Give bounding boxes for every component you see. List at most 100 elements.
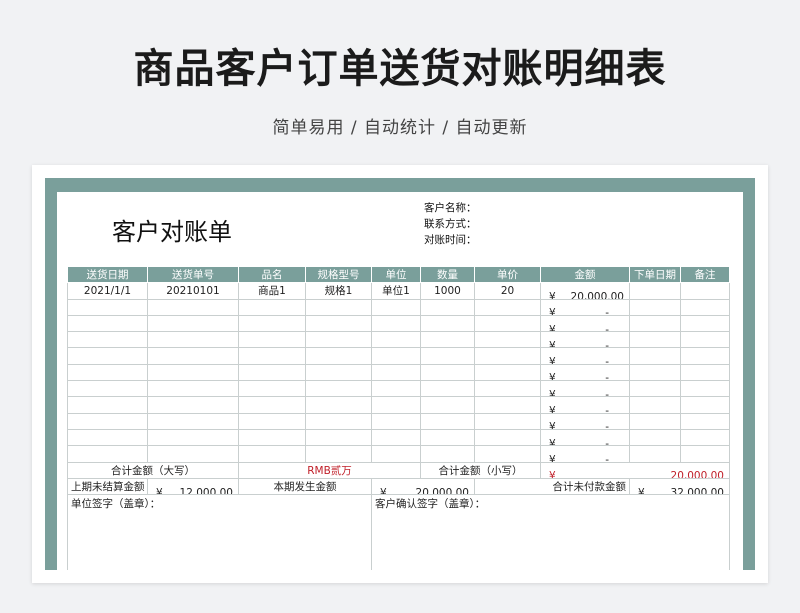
cell-empty[interactable] [474, 363, 541, 382]
cell-empty[interactable] [680, 363, 730, 382]
cell-empty[interactable] [474, 445, 541, 463]
cell-empty[interactable] [629, 363, 681, 382]
cell-empty[interactable] [67, 363, 148, 382]
cell-empty[interactable] [629, 396, 681, 414]
cell-empty[interactable] [238, 314, 306, 333]
cell-empty[interactable] [680, 331, 730, 349]
cell-amount[interactable]: ¥ - [540, 363, 630, 382]
cell-unit[interactable]: 单位1 [371, 282, 421, 300]
cell-empty[interactable] [238, 396, 306, 414]
cell-empty[interactable] [67, 347, 148, 365]
cell-empty[interactable] [305, 412, 372, 430]
cell-empty[interactable] [147, 347, 239, 365]
cell-empty[interactable] [680, 380, 730, 398]
cell-empty[interactable] [305, 445, 372, 463]
cell-empty[interactable] [67, 298, 148, 316]
cell-amount[interactable]: ¥ - [540, 396, 630, 414]
cell-empty[interactable] [238, 412, 306, 430]
cell-empty[interactable] [67, 396, 148, 414]
cell-empty[interactable] [420, 347, 475, 365]
cell-amount[interactable]: ¥ - [540, 347, 630, 365]
cell-empty[interactable] [371, 380, 421, 398]
cell-empty[interactable] [67, 380, 148, 398]
cell-empty[interactable] [420, 363, 475, 382]
cell-empty[interactable] [680, 347, 730, 365]
cell-empty[interactable] [147, 428, 239, 447]
cell-empty[interactable] [147, 396, 239, 414]
cell-empty[interactable] [474, 331, 541, 349]
cell-empty[interactable] [680, 314, 730, 333]
cell-empty[interactable] [147, 380, 239, 398]
cell-empty[interactable] [67, 412, 148, 430]
cell-empty[interactable] [238, 363, 306, 382]
cell-empty[interactable] [371, 412, 421, 430]
prev-unsettled-cell[interactable]: ¥ 12,000.00 [147, 477, 239, 496]
cell-amount[interactable]: ¥ - [540, 314, 630, 333]
cell-empty[interactable] [420, 331, 475, 349]
cell-delivery-no[interactable]: 20210101 [147, 282, 239, 300]
cell-empty[interactable] [238, 298, 306, 316]
cell-empty[interactable] [67, 314, 148, 333]
cell-empty[interactable] [67, 428, 148, 447]
cell-empty[interactable] [474, 412, 541, 430]
cell-empty[interactable] [371, 445, 421, 463]
cell-empty[interactable] [147, 363, 239, 382]
cell-empty[interactable] [420, 412, 475, 430]
cell-empty[interactable] [147, 331, 239, 349]
cell-amount[interactable]: ¥ - [540, 298, 630, 316]
cell-empty[interactable] [238, 445, 306, 463]
cell-empty[interactable] [629, 347, 681, 365]
cell-empty[interactable] [474, 396, 541, 414]
cell-empty[interactable] [238, 331, 306, 349]
cell-empty[interactable] [420, 380, 475, 398]
total-lower-cell[interactable]: ¥ 20,000.00 [540, 461, 730, 479]
cell-empty[interactable] [305, 380, 372, 398]
cell-empty[interactable] [147, 445, 239, 463]
cell-empty[interactable] [680, 396, 730, 414]
cell-empty[interactable] [680, 412, 730, 430]
cell-empty[interactable] [420, 428, 475, 447]
cell-amount[interactable]: ¥ - [540, 331, 630, 349]
cell-empty[interactable] [305, 331, 372, 349]
cell-empty[interactable] [680, 428, 730, 447]
cell-empty[interactable] [305, 396, 372, 414]
cell-amount[interactable]: ¥ 20,000.00 [540, 282, 630, 300]
total-upper-value[interactable]: RMB贰万 [238, 461, 421, 479]
cell-empty[interactable] [420, 396, 475, 414]
cell-empty[interactable] [629, 445, 681, 463]
cell-empty[interactable] [305, 314, 372, 333]
cell-amount[interactable]: ¥ - [540, 380, 630, 398]
cell-empty[interactable] [147, 298, 239, 316]
cell-empty[interactable] [420, 298, 475, 316]
company-signature-cell[interactable]: 单位签字（盖章）： [67, 494, 372, 570]
cell-empty[interactable] [305, 298, 372, 316]
cell-empty[interactable] [629, 314, 681, 333]
cell-empty[interactable] [420, 445, 475, 463]
cell-empty[interactable] [420, 314, 475, 333]
cell-empty[interactable] [371, 314, 421, 333]
cell-empty[interactable] [147, 412, 239, 430]
cell-product-name[interactable]: 商品1 [238, 282, 306, 300]
cell-delivery-date[interactable]: 2021/1/1 [67, 282, 148, 300]
cell-empty[interactable] [629, 331, 681, 349]
cell-empty[interactable] [147, 314, 239, 333]
cell-empty[interactable] [474, 347, 541, 365]
cell-amount[interactable]: ¥ - [540, 428, 630, 447]
cell-empty[interactable] [371, 363, 421, 382]
cell-spec[interactable]: 规格1 [305, 282, 372, 300]
cell-empty[interactable] [67, 331, 148, 349]
cell-empty[interactable] [238, 380, 306, 398]
cell-qty[interactable]: 1000 [420, 282, 475, 300]
cell-empty[interactable] [238, 428, 306, 447]
cell-empty[interactable] [371, 347, 421, 365]
cell-empty[interactable] [474, 380, 541, 398]
customer-signature-cell[interactable]: 客户确认签字（盖章）： [371, 494, 730, 570]
cell-empty[interactable] [371, 331, 421, 349]
cell-empty[interactable] [629, 428, 681, 447]
cell-empty[interactable] [371, 428, 421, 447]
cell-empty[interactable] [305, 363, 372, 382]
cell-empty[interactable] [629, 380, 681, 398]
cell-order-date[interactable] [629, 282, 681, 300]
cell-empty[interactable] [474, 428, 541, 447]
cell-price[interactable]: 20 [474, 282, 541, 300]
